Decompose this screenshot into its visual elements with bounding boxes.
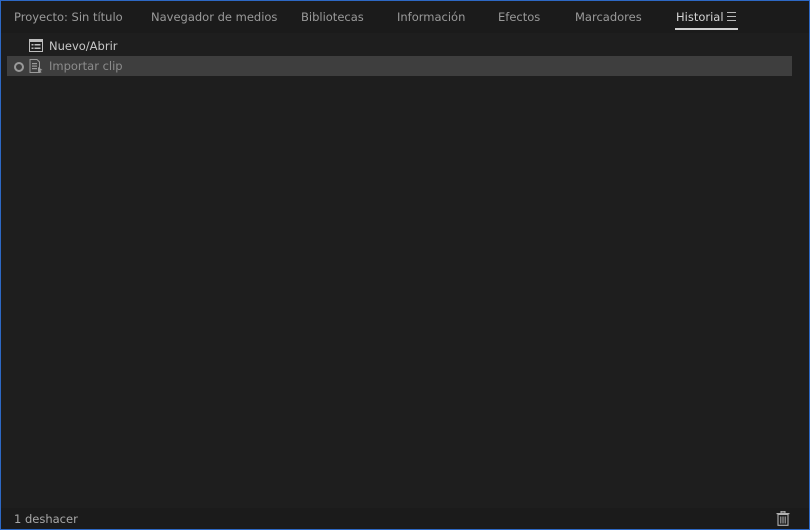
tab-info[interactable]: Información [397,9,465,25]
history-list: Nuevo/Abrir Importar clip [7,36,792,508]
tab-project[interactable]: Proyecto: Sin título [14,9,123,25]
tab-libraries[interactable]: Bibliotecas [301,9,364,25]
list-scroll-area [792,36,809,508]
undo-count-label: 1 deshacer [14,512,78,526]
history-item-label: Importar clip [49,59,123,73]
panel-tab-bar: Proyecto: Sin título Navegador de medios… [1,1,809,33]
hamburger-menu-icon[interactable] [727,12,737,21]
tab-media-browser[interactable]: Navegador de medios [151,9,277,25]
current-state-indicator-icon [14,62,24,72]
history-panel: Proyecto: Sin título Navegador de medios… [0,0,810,530]
new-open-icon [29,39,43,52]
history-item-new-open[interactable]: Nuevo/Abrir [7,36,792,56]
tab-history[interactable]: Historial [676,9,724,25]
trash-icon[interactable] [776,511,790,526]
tab-effects[interactable]: Efectos [498,9,540,25]
history-item-label: Nuevo/Abrir [49,39,118,53]
import-clip-icon [29,59,43,73]
status-bar: 1 deshacer [1,508,809,529]
history-item-import-clip[interactable]: Importar clip [7,56,792,76]
active-tab-indicator [675,28,738,30]
tab-markers[interactable]: Marcadores [575,9,642,25]
